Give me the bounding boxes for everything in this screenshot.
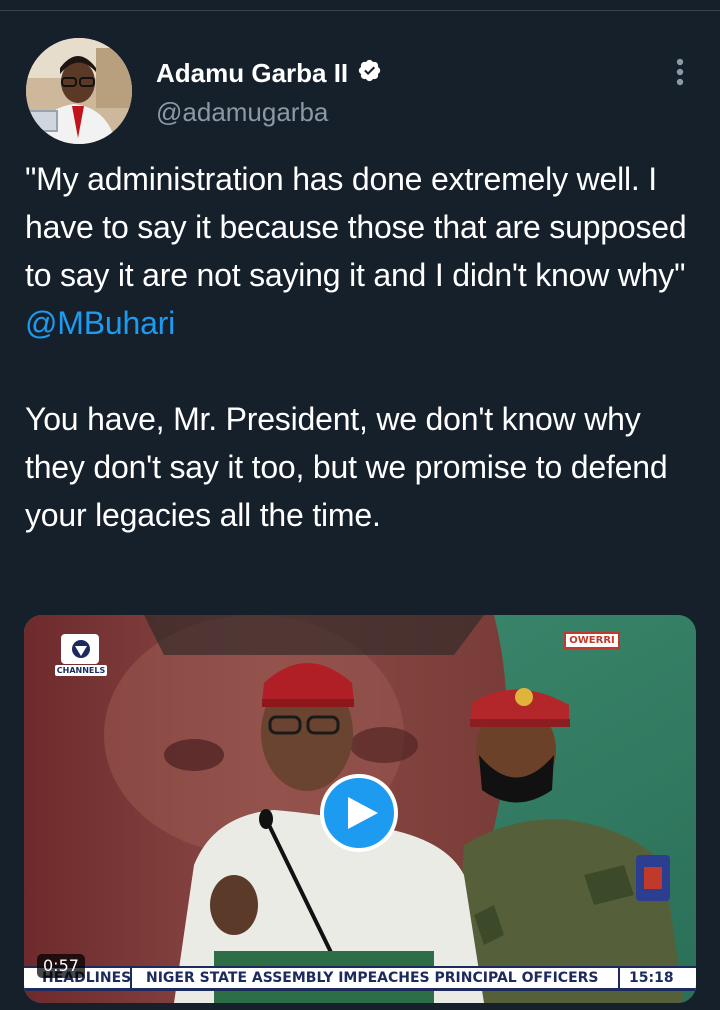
channels-logo: CHANNELS: [55, 634, 107, 680]
tweet[interactable]: Adamu Garba II @adamugarba "My administr…: [0, 11, 720, 1010]
ticker-headline: NIGER STATE ASSEMBLY IMPEACHES PRINCIPAL…: [146, 970, 599, 986]
tweet-paragraph-2: You have, Mr. President, we don't know w…: [25, 401, 668, 533]
tweet-text-quote: "My administration has done extremely we…: [25, 161, 687, 293]
tweet-text: "My administration has done extremely we…: [25, 155, 705, 539]
news-ticker: HEADLINES NIGER STATE ASSEMBLY IMPEACHES…: [24, 961, 696, 1003]
verified-badge-icon: [358, 59, 381, 82]
broadcaster-name: CHANNELS: [55, 665, 107, 676]
more-vertical-icon[interactable]: [668, 55, 692, 89]
video-duration: 0:57: [37, 954, 85, 978]
ticker-time: 15:18: [629, 970, 674, 986]
avatar[interactable]: [26, 38, 132, 144]
tweet-paragraph-1: "My administration has done extremely we…: [25, 155, 705, 347]
video-player[interactable]: CHANNELS OWERRI HEADLINES NIGER STATE AS…: [24, 615, 696, 1003]
user-handle[interactable]: @adamugarba: [156, 97, 328, 128]
mention-link[interactable]: @MBuhari: [25, 305, 175, 341]
location-tag: OWERRI: [564, 632, 620, 649]
play-icon[interactable]: [320, 774, 398, 852]
display-name[interactable]: Adamu Garba II: [156, 58, 348, 89]
